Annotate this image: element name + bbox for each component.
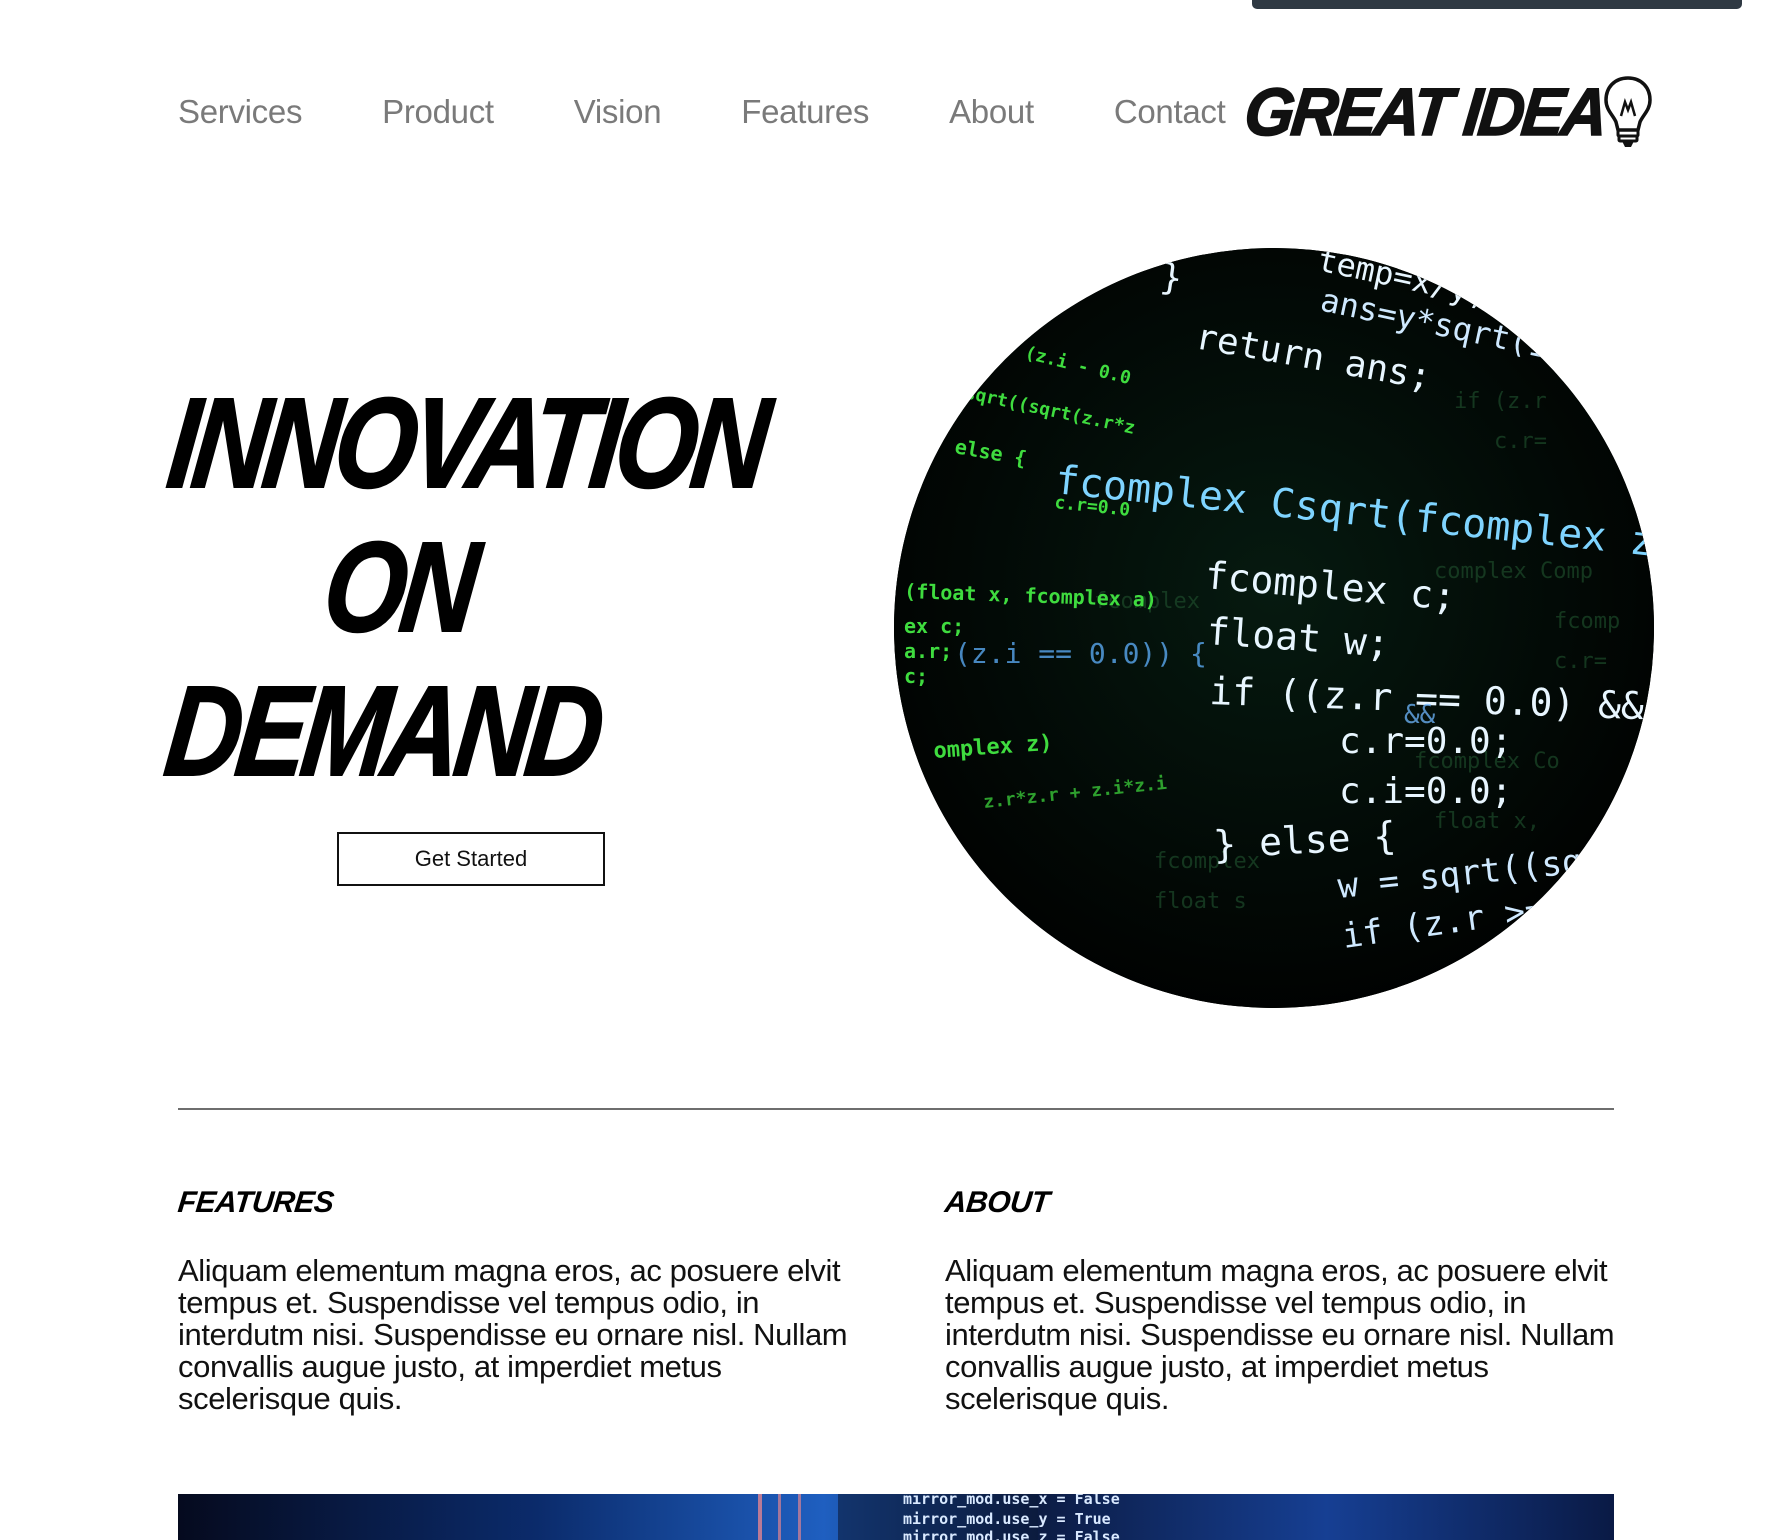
- banner-code-line-3: mirror_mod.use_z = False: [903, 1528, 1120, 1540]
- hero-title: INNOVATION ON DEMAND: [128, 371, 773, 804]
- main-nav: Services Product Vision Features About C…: [178, 88, 1226, 136]
- site-logo[interactable]: GREAT IDEA: [1240, 72, 1655, 152]
- page: Services Product Vision Features About C…: [0, 0, 1786, 1540]
- svg-text:if (z.r: if (z.r: [1454, 389, 1547, 414]
- features-heading: FEATURES: [176, 1186, 336, 1219]
- svg-text:a.r;: a.r;: [904, 639, 952, 663]
- about-heading: ABOUT: [943, 1186, 1051, 1219]
- svg-text:c.r=: c.r=: [1494, 429, 1547, 454]
- svg-text:ex c;: ex c;: [904, 614, 964, 638]
- about-body: Aliquam elementum magna eros, ac posuere…: [945, 1253, 1615, 1416]
- svg-text:(z.i == 0.0)) {: (z.i == 0.0)) {: [954, 637, 1207, 670]
- nav-item-contact[interactable]: Contact: [1114, 88, 1226, 136]
- banner-code-line-2: mirror_mod.use_y = True: [903, 1510, 1111, 1528]
- svg-text:c.r=: c.r=: [1554, 649, 1607, 674]
- features-body: Aliquam elementum magna eros, ac posuere…: [178, 1253, 848, 1416]
- section-divider: [178, 1108, 1614, 1110]
- logo-text: GREAT IDEA: [1240, 73, 1609, 150]
- banner-code-graphic: mirror_mod.use_x = False mirror_mod.use_…: [758, 1494, 1120, 1540]
- nav-item-services[interactable]: Services: [178, 88, 302, 136]
- nav-item-features[interactable]: Features: [741, 88, 869, 136]
- nav-item-vision[interactable]: Vision: [574, 88, 662, 136]
- top-bar: [1252, 0, 1742, 9]
- svg-text:fcomp: fcomp: [1554, 609, 1620, 634]
- hero-code-image: if (z.r c.r= complex Comp fcomp c.r= fco…: [894, 248, 1654, 1008]
- code-background-graphic: if (z.r c.r= complex Comp fcomp c.r= fco…: [894, 248, 1654, 1008]
- get-started-button[interactable]: Get Started: [337, 832, 605, 886]
- svg-text:complex Comp: complex Comp: [1434, 559, 1593, 584]
- svg-text:c;: c;: [904, 664, 928, 688]
- svg-text:float x,: float x,: [1434, 809, 1540, 834]
- hero-title-line-2: ON: [316, 515, 482, 660]
- hero-title-line-3: DEMAND: [158, 659, 607, 804]
- nav-item-product[interactable]: Product: [382, 88, 494, 136]
- banner-code-line-1: mirror_mod.use_x = False: [903, 1494, 1120, 1508]
- svg-text:float s: float s: [1154, 889, 1247, 914]
- svg-text:&&: &&: [1404, 700, 1436, 730]
- nav-item-about[interactable]: About: [949, 88, 1034, 136]
- code-line-9: c.i=0.0;: [1339, 771, 1512, 812]
- bottom-code-banner: mirror_mod.use_x = False mirror_mod.use_…: [178, 1494, 1614, 1540]
- lightbulb-icon: [1604, 76, 1652, 147]
- hero-title-line-1: INNOVATION: [161, 371, 773, 516]
